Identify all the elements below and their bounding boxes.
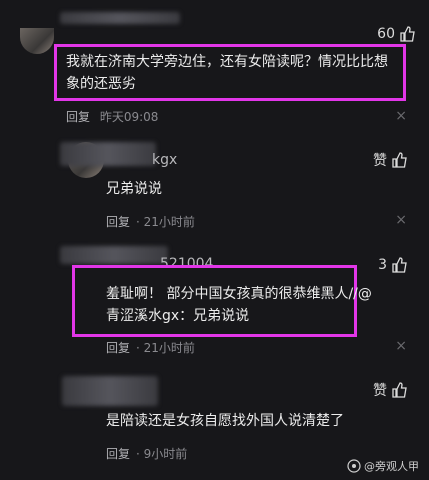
comment-text: 我就在济南大学旁边住，还有女陪读呢？情况比比想象的还恶劣 xyxy=(66,54,388,92)
comment-text: 是陪读还是女孩自愿找外国人说清楚了 xyxy=(106,413,344,429)
reply-button[interactable]: 回复 xyxy=(106,215,130,229)
comment-meta: 回复 · 9小时前 xyxy=(106,447,188,461)
thumbs-up-icon xyxy=(400,26,415,42)
like-count: 60 xyxy=(377,26,395,42)
username: kgx xyxy=(152,152,178,168)
close-icon[interactable]: × xyxy=(395,108,407,124)
reply-button[interactable]: 回复 xyxy=(106,341,130,355)
thumbs-up-icon xyxy=(392,257,407,273)
avatar[interactable] xyxy=(20,28,54,54)
like-label: 赞 xyxy=(373,153,387,169)
comment-text: 兄弟说说 xyxy=(106,181,162,197)
comment-meta: 回复 昨天09:08 xyxy=(66,108,158,125)
close-icon[interactable]: × xyxy=(395,338,407,354)
username-blurred xyxy=(60,12,180,24)
like-count: 3 xyxy=(378,257,387,273)
thumbs-up-icon xyxy=(392,382,407,398)
reply-button[interactable]: 回复 xyxy=(106,447,130,461)
timestamp: 21小时前 xyxy=(143,215,195,229)
like-button[interactable]: 60 xyxy=(377,26,415,42)
comment-text: 羞耻啊！ 部分中国女孩真的很恭维黑人//@青涩溪水gx：兄弟说说 xyxy=(106,286,372,324)
username-blurred xyxy=(60,142,156,166)
reply-button[interactable]: 回复 xyxy=(66,110,90,124)
like-label: 赞 xyxy=(373,383,387,399)
like-button[interactable]: 赞 xyxy=(373,150,407,170)
timestamp: 昨天09:08 xyxy=(99,110,159,124)
like-button[interactable]: 3 xyxy=(378,257,407,273)
watermark-logo-icon xyxy=(347,459,361,473)
like-button[interactable]: 赞 xyxy=(373,380,407,400)
username-blurred xyxy=(62,376,158,406)
close-icon[interactable]: × xyxy=(395,212,407,228)
username-blurred xyxy=(60,246,168,264)
watermark-text: @旁观人甲 xyxy=(364,460,419,473)
comment-meta: 回复 · 21小时前 xyxy=(106,341,195,355)
watermark: @旁观人甲 xyxy=(347,458,419,474)
timestamp: 21小时前 xyxy=(143,341,195,355)
thumbs-up-icon xyxy=(392,152,407,168)
comment-meta: 回复 · 21小时前 xyxy=(106,215,195,229)
timestamp: 9小时前 xyxy=(143,447,188,461)
